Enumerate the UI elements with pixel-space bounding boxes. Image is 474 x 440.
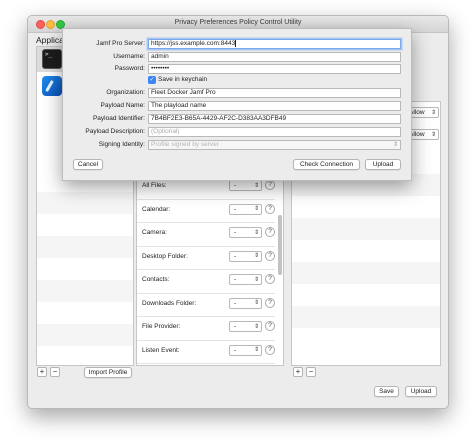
- service-value-stepper[interactable]: - ⇕: [229, 250, 262, 262]
- payload-description-input[interactable]: (Optional): [148, 127, 401, 137]
- updown-icon: ⇕: [253, 347, 259, 353]
- help-button[interactable]: ?: [265, 250, 275, 261]
- updown-icon: ⇕: [430, 109, 436, 116]
- payload-name-input[interactable]: The playload name: [148, 101, 401, 111]
- help-button[interactable]: ?: [265, 180, 275, 190]
- updown-icon: ⇕: [253, 206, 259, 212]
- list-stripe: [37, 192, 133, 214]
- service-label: Desktop Folder:: [142, 252, 188, 260]
- updown-icon: ⇕: [253, 182, 259, 189]
- remove-rule-button[interactable]: −: [306, 367, 316, 377]
- service-value-stepper[interactable]: - ⇕: [229, 180, 262, 191]
- updown-icon: ⇕: [253, 276, 259, 283]
- service-label: Camera:: [142, 229, 167, 236]
- list-item: Listen Event: - ⇕ ?: [137, 340, 275, 364]
- list-stripe: [292, 262, 440, 284]
- service-label: All Files:: [142, 182, 167, 189]
- remove-app-button[interactable]: −: [50, 367, 60, 377]
- cancel-button[interactable]: Cancel: [73, 159, 103, 170]
- list-item: Downloads Folder: - ⇕ ?: [137, 293, 275, 317]
- help-button[interactable]: ?: [265, 227, 275, 237]
- add-rule-button[interactable]: +: [293, 367, 303, 377]
- check-connection-button[interactable]: Check Connection: [293, 159, 360, 170]
- username-input[interactable]: admin: [148, 52, 401, 62]
- list-item: Desktop Folder: - ⇕ ?: [137, 246, 275, 270]
- list-item: Contacts: - ⇕ ?: [137, 269, 275, 294]
- add-app-button[interactable]: +: [37, 367, 47, 377]
- upload-sheet: Jamf Pro Server: https://jss.example.com…: [62, 28, 412, 181]
- service-value-stepper[interactable]: - ⇕: [229, 321, 262, 332]
- list-stripe: [37, 236, 133, 258]
- server-input[interactable]: https://jss.example.com:8443: [148, 39, 401, 49]
- service-label: Downloads Folder:: [142, 299, 197, 307]
- service-value-stepper[interactable]: - ⇕: [229, 297, 262, 309]
- service-value-stepper[interactable]: - ⇕: [229, 227, 262, 238]
- signing-identity-label: Signing Identity:: [98, 141, 145, 148]
- payload-identifier-input[interactable]: 7B4BF2E3-B65A-4429-AF2C-D383AA3DFB49: [148, 114, 401, 124]
- services-scrollbar[interactable]: [278, 215, 282, 275]
- import-profile-button[interactable]: Import Profile: [84, 367, 132, 378]
- server-label: Jamf Pro Server:: [96, 40, 145, 47]
- payload-description-label: Payload Description:: [85, 128, 145, 135]
- password-label: Password:: [114, 65, 145, 72]
- keychain-checkbox[interactable]: ✓: [148, 76, 156, 84]
- services-list[interactable]: All Files: - ⇕ ? Calendar: - ⇕ ? Camera: -…: [136, 174, 284, 366]
- text-caret: [235, 40, 236, 47]
- service-label: Listen Event:: [142, 346, 180, 354]
- help-button[interactable]: ?: [265, 297, 275, 308]
- list-item: File Provider: - ⇕ ?: [137, 316, 275, 341]
- sheet-upload-button[interactable]: Upload: [365, 159, 401, 170]
- list-stripe: [292, 306, 440, 328]
- list-stripe: [37, 324, 133, 346]
- keychain-label: Save in keychain: [158, 76, 208, 83]
- updown-icon: ⇕: [253, 253, 259, 259]
- service-value-stepper[interactable]: - ⇕: [229, 274, 262, 285]
- save-button[interactable]: Save: [374, 386, 399, 397]
- updown-icon: ⇕: [253, 229, 259, 236]
- username-label: Username:: [113, 53, 145, 60]
- service-value-stepper[interactable]: - ⇕: [229, 203, 262, 215]
- updown-icon: ⇕: [253, 323, 259, 330]
- payload-name-label: Payload Name:: [100, 102, 145, 109]
- updown-icon: ⇕: [430, 131, 436, 138]
- list-item: Camera: - ⇕ ?: [137, 222, 275, 247]
- xcode-icon[interactable]: [42, 76, 62, 96]
- password-input[interactable]: ••••••••: [148, 64, 401, 74]
- service-value-stepper[interactable]: - ⇕: [229, 344, 262, 356]
- list-stripe: [37, 280, 133, 302]
- signing-identity-select: Profile signed by server ⇕: [148, 140, 401, 150]
- updown-icon: ⇕: [392, 142, 398, 148]
- list-item: Calendar: - ⇕ ?: [137, 199, 275, 223]
- service-label: File Provider:: [142, 323, 181, 330]
- payload-identifier-label: Payload Identifier:: [92, 115, 145, 122]
- organization-input[interactable]: Fleet Docker Jamf Pro: [148, 88, 401, 98]
- help-button[interactable]: ?: [265, 321, 275, 331]
- help-button[interactable]: ?: [265, 274, 275, 284]
- service-label: Contacts:: [142, 276, 170, 283]
- updown-icon: ⇕: [253, 300, 259, 306]
- help-button[interactable]: ?: [265, 344, 275, 355]
- organization-label: Organization:: [106, 89, 145, 96]
- help-button[interactable]: ?: [265, 203, 275, 214]
- window-title: Privacy Preferences Policy Control Utili…: [174, 19, 302, 26]
- service-label: Calendar:: [142, 205, 171, 213]
- list-stripe: [292, 218, 440, 240]
- upload-button[interactable]: Upload: [405, 386, 437, 397]
- terminal-icon[interactable]: >_: [42, 49, 62, 69]
